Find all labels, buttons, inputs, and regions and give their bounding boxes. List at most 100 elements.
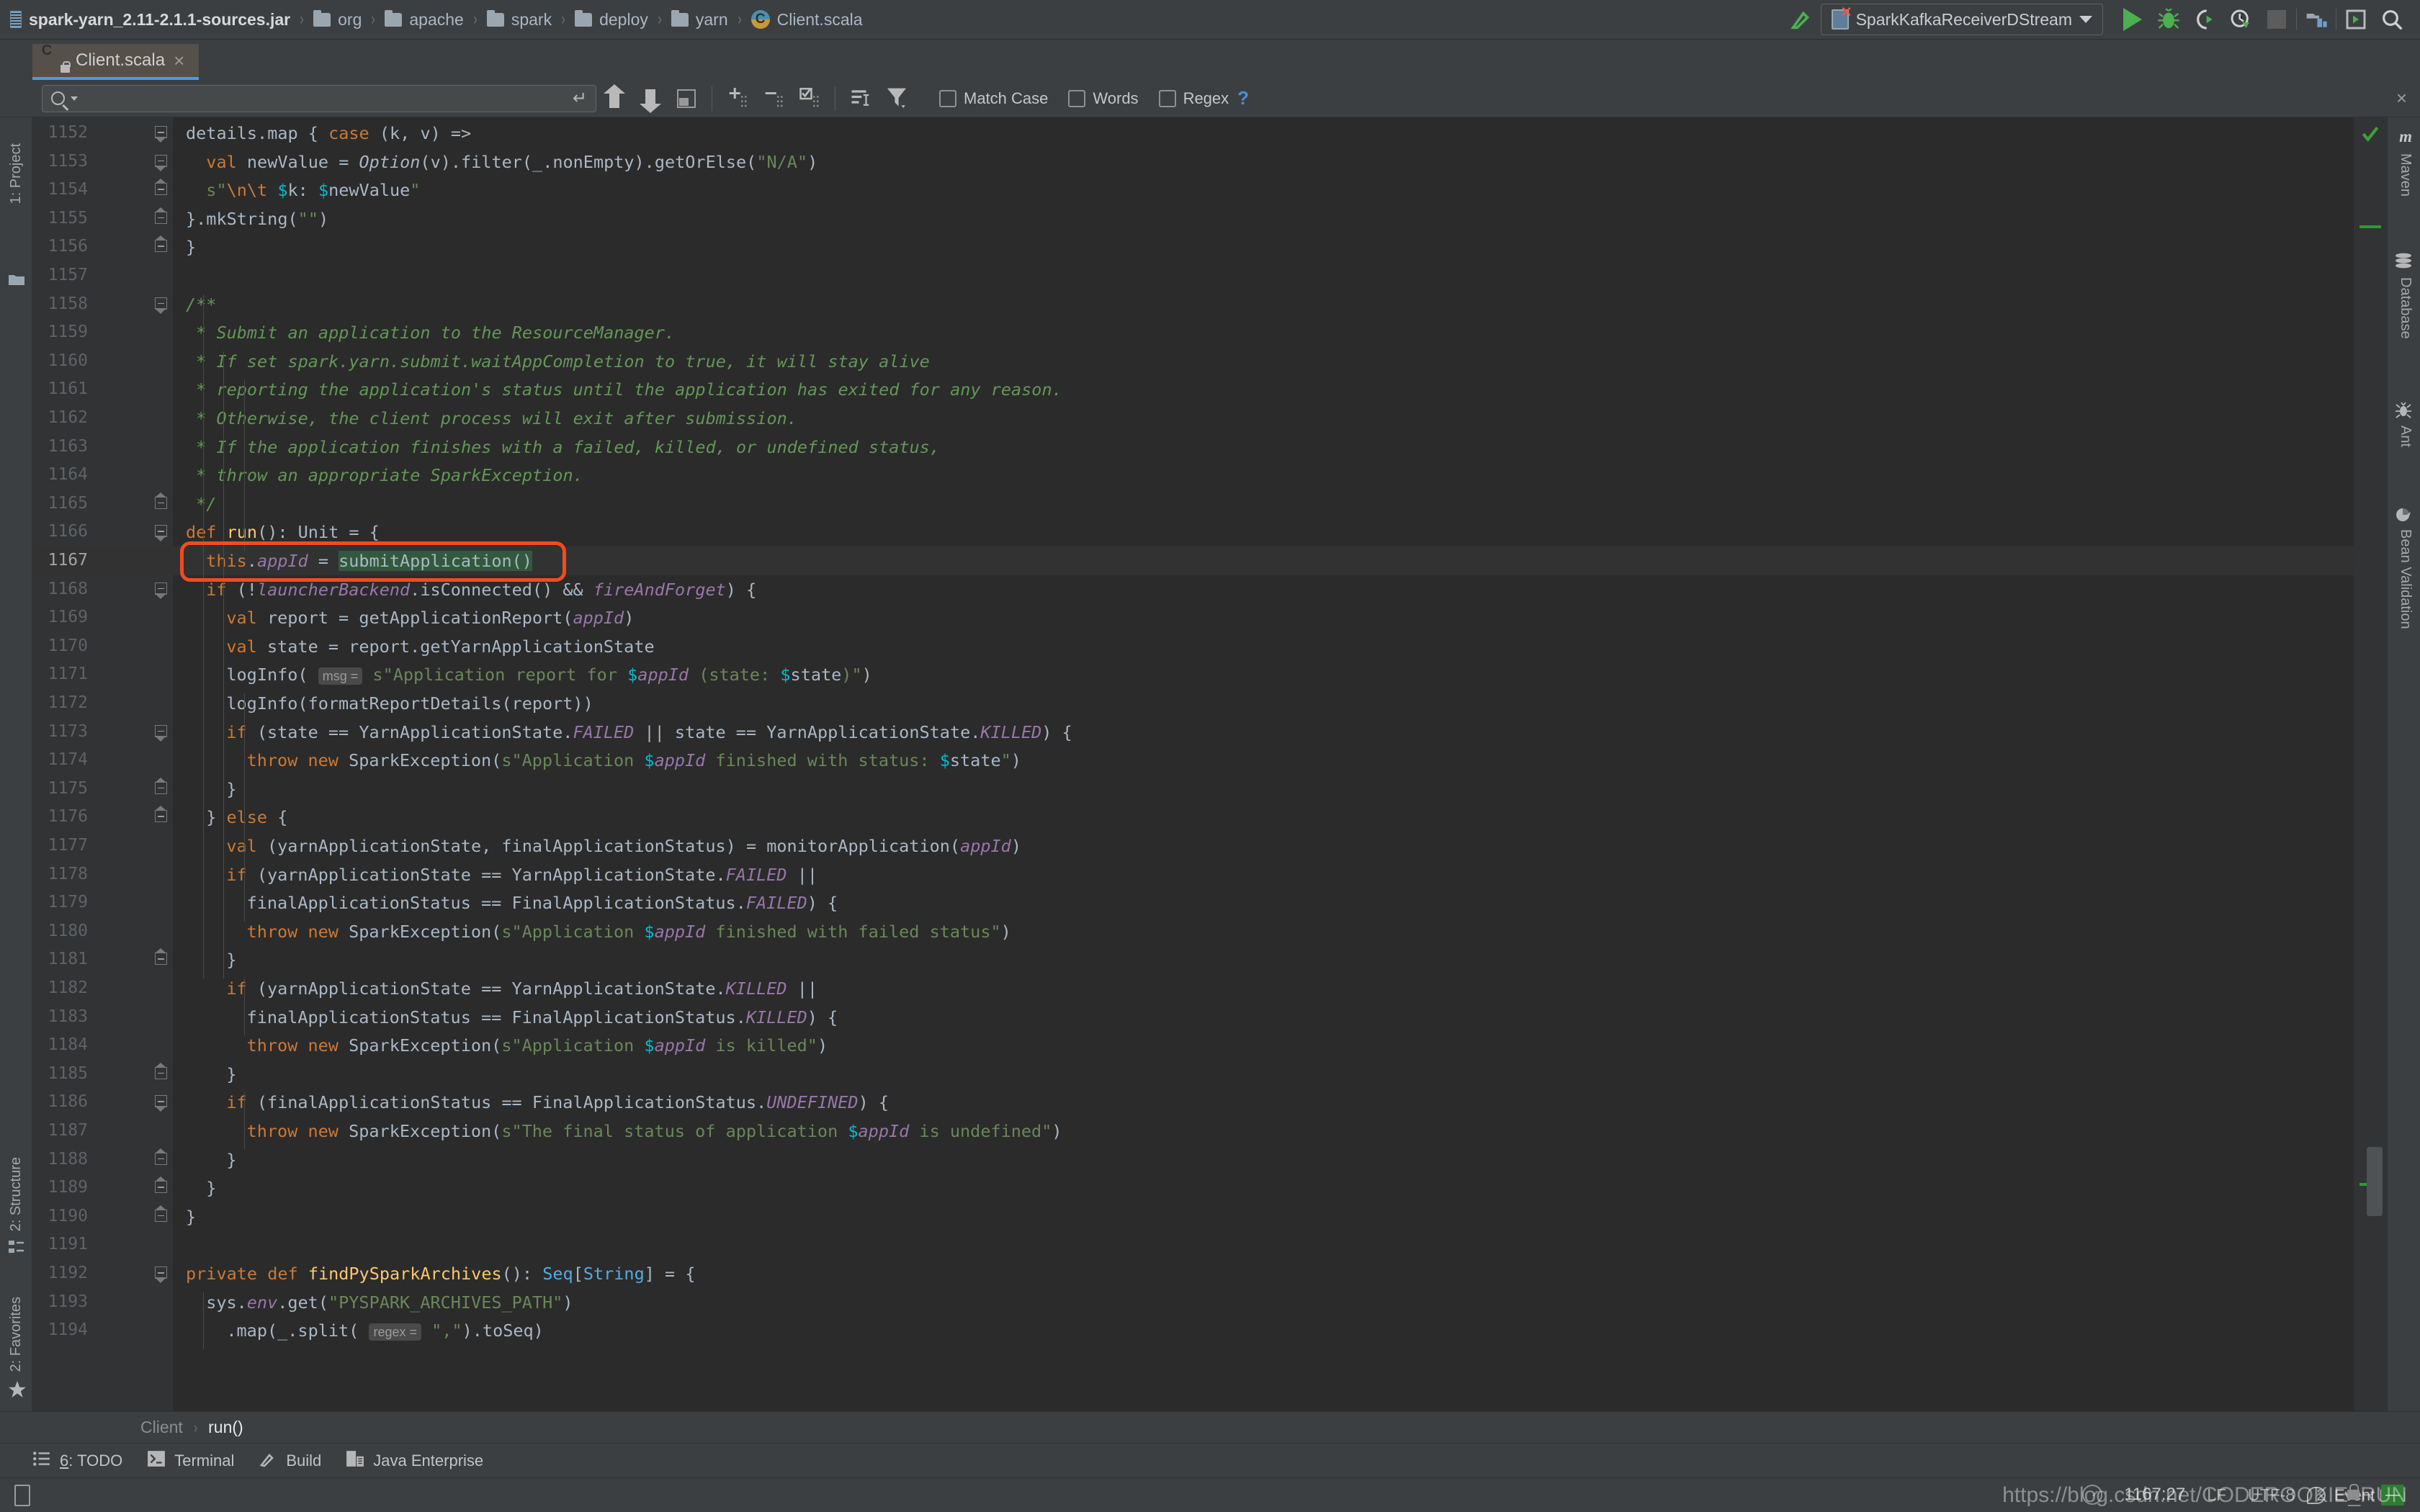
code-line[interactable]: private def findPySparkArchives(): Seq[S… [186,1264,695,1284]
regex-checkbox-wrapper[interactable]: Regex ? [1158,87,1249,109]
code-text-area[interactable]: details.map { case (k, v) => val newValu… [173,117,2387,1411]
code-fold-icon[interactable] [155,1205,171,1225]
editor-breadcrumb-item[interactable]: run() [208,1418,243,1437]
caret-position[interactable]: 1167:27 [2124,1485,2185,1505]
sidebar-item-favorites[interactable]: 2: Favorites [8,1297,24,1372]
code-fold-icon[interactable] [155,492,171,513]
code-line[interactable]: logInfo( msg = s"Application report for … [226,665,872,685]
code-line[interactable]: /** [186,294,216,315]
code-line[interactable]: } [226,1150,236,1170]
code-line[interactable]: .map(_.split( regex = ",").toSeq) [226,1320,544,1341]
code-line[interactable]: val newValue = Option(v).filter(_.nonEmp… [186,152,817,172]
sidebar-item-ant[interactable]: Ant [2397,426,2414,447]
stripe-marker[interactable] [2360,225,2381,228]
breadcrumb-item-apache[interactable]: apache [385,9,464,30]
breadcrumb-item-org[interactable]: org [313,9,362,30]
run-button[interactable] [2116,3,2149,36]
breadcrumb-item-yarn[interactable]: yarn [671,9,728,30]
code-line[interactable]: s"\n\t $k: $newValue" [186,180,420,200]
code-line[interactable]: throw new SparkException(s"The final sta… [247,1121,1062,1141]
code-line[interactable]: } [206,1178,216,1198]
code-fold-icon[interactable] [155,1176,171,1197]
code-line[interactable]: throw new SparkException(s"Application $… [247,1035,828,1056]
code-line[interactable]: * If the application finishes with a fai… [186,437,940,457]
build-project-button[interactable] [2300,3,2333,36]
debug-button[interactable] [2152,3,2185,36]
breadcrumb-item-client-scala[interactable]: Client.scala [750,10,863,30]
code-line[interactable]: if (yarnApplicationState == YarnApplicat… [226,865,817,885]
code-line[interactable]: } [186,1207,196,1227]
code-editor[interactable]: 1152 1153 1154 1155 1156 1157 1158 1159 1160 1161… [32,117,2387,1411]
code-fold-icon[interactable] [155,777,171,798]
tool-window-build[interactable]: Build [259,1450,321,1472]
regex-help-icon[interactable]: ? [1237,87,1249,109]
code-line[interactable]: }.mkString("") [186,209,328,229]
inspection-ok-icon[interactable] [2361,125,2380,147]
sidebar-item-database[interactable]: Database [2397,277,2414,339]
code-line[interactable]: def run(): Unit = { [186,522,380,542]
tab-client-scala[interactable]: Client.scala × [32,44,200,80]
search-input[interactable] [84,89,567,107]
clock-icon[interactable] [2082,1485,2103,1505]
code-fold-icon[interactable] [155,1062,171,1083]
breadcrumb-item-deploy[interactable]: deploy [575,9,648,30]
code-line[interactable]: val state = report.getYarnApplicationSta… [226,636,654,657]
code-line[interactable]: val (yarnApplicationState, finalApplicat… [226,836,1021,856]
code-fold-icon[interactable] [155,235,171,256]
stop-button[interactable] [2260,3,2293,36]
find-previous-icon[interactable] [596,83,632,114]
match-case-checkbox[interactable] [939,89,956,107]
line-separator[interactable]: LF [2207,1485,2226,1505]
code-fold-icon[interactable] [155,948,171,968]
find-next-icon[interactable] [632,83,668,114]
search-history-chevron-icon[interactable] [71,96,78,101]
code-line[interactable]: } else { [206,807,287,827]
code-line[interactable]: sys.env.get("PYSPARK_ARCHIVES_PATH") [206,1292,573,1313]
toggle-line-icon[interactable] [792,83,828,114]
code-line[interactable]: throw new SparkException(s"Application $… [247,922,1011,942]
add-line-icon[interactable] [720,83,756,114]
filter-icon[interactable] [879,83,915,114]
new-line-icon[interactable]: ↵ [573,88,587,109]
code-line[interactable]: if (yarnApplicationState == YarnApplicat… [226,978,817,999]
code-line[interactable]: details.map { case (k, v) => [186,123,471,143]
code-fold-icon[interactable] [155,126,171,143]
code-fold-icon[interactable] [155,1148,171,1169]
lock-icon[interactable] [2347,1484,2360,1500]
code-line[interactable]: } [226,950,236,970]
code-line[interactable]: logInfo(formatReportDetails(report)) [226,693,593,714]
sidebar-item-project[interactable]: 1: Project [8,143,24,204]
sidebar-item-structure[interactable]: 2: Structure [8,1157,24,1231]
code-fold-icon[interactable] [155,582,171,599]
search-input-wrapper[interactable]: ↵ [42,84,596,112]
document-icon[interactable] [14,1484,30,1506]
code-fold-icon[interactable] [155,1266,171,1283]
code-line[interactable]: finalApplicationStatus == FinalApplicati… [247,893,838,913]
chevron-down-icon[interactable] [2079,16,2092,23]
profile-button[interactable] [2224,3,2257,36]
remove-line-icon[interactable] [756,83,792,114]
code-line[interactable]: * Otherwise, the client process will exi… [186,408,797,428]
close-icon[interactable]: × [174,51,184,70]
tool-window-todo[interactable]: 6: TODO [32,1451,122,1471]
indent-size[interactable]: 2 [2316,1485,2326,1505]
words-checkbox-wrapper[interactable]: Words [1068,89,1158,108]
code-line[interactable]: * throw an appropriate SparkException. [186,465,583,485]
run-with-coverage-button[interactable] [2188,3,2221,36]
filter-results-icon[interactable] [843,83,879,114]
code-line[interactable]: throw new SparkException(s"Application $… [247,750,1021,770]
sidebar-item-maven[interactable]: Maven [2397,153,2414,197]
code-fold-icon[interactable] [155,179,171,199]
code-line[interactable]: * If set spark.yarn.submit.waitAppComple… [186,351,930,372]
close-findbar-icon[interactable]: × [2396,87,2420,109]
search-everywhere-button[interactable] [2375,3,2408,36]
sidebar-item-bean-validation[interactable]: Bean Validation [2397,529,2414,629]
tool-window-java-enterprise[interactable]: Java Enterprise [346,1450,483,1472]
code-line[interactable]: } [226,1064,236,1084]
code-line[interactable]: finalApplicationStatus == FinalApplicati… [247,1007,838,1027]
code-line[interactable]: } [226,779,236,799]
code-fold-icon[interactable] [155,154,171,171]
code-fold-icon[interactable] [155,1095,171,1112]
code-line[interactable]: this.appId = submitApplication() [206,551,532,571]
code-line[interactable]: val report = getApplicationReport(appId) [226,608,634,628]
